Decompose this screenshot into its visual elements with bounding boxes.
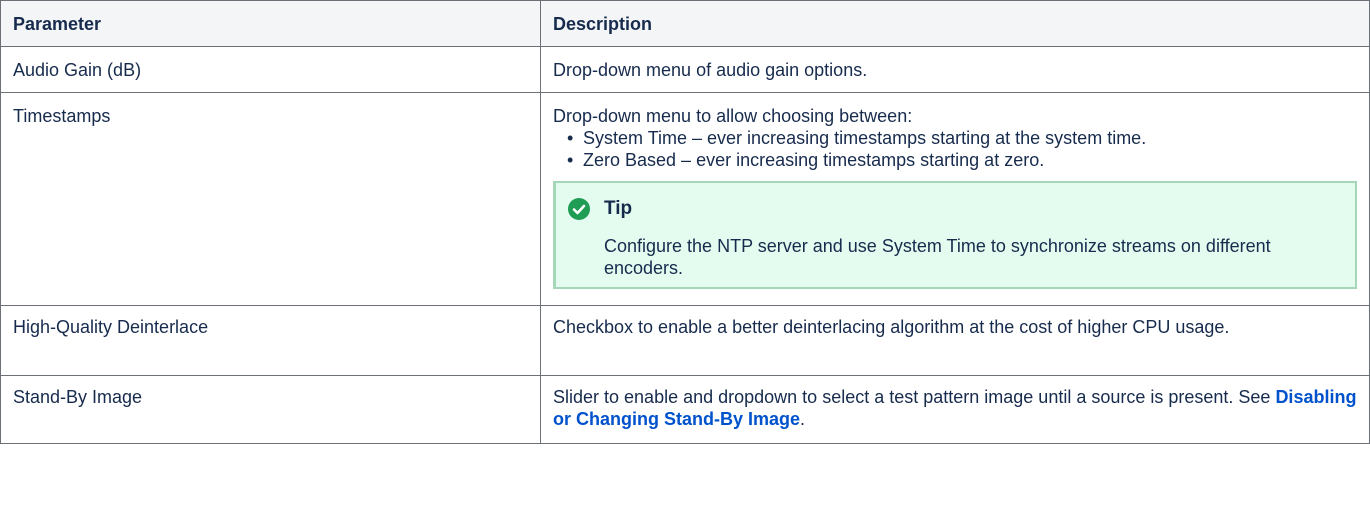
parameter-table-container: Parameter Description Audio Gain (dB) Dr… <box>0 0 1370 531</box>
standby-desc-suffix: . <box>800 409 806 429</box>
param-hq-deinterlace: High-Quality Deinterlace <box>0 305 541 376</box>
timestamps-options: System Time – ever increasing timestamps… <box>553 127 1357 171</box>
header-description: Description <box>540 0 1370 47</box>
param-audio-gain: Audio Gain (dB) <box>0 46 541 93</box>
table-row: Stand-By Image Slider to enable and drop… <box>0 375 1370 444</box>
table-row: High-Quality Deinterlace Checkbox to ena… <box>0 305 1370 376</box>
desc-timestamps: Drop-down menu to allow choosing between… <box>540 92 1370 306</box>
tip-header: Tip <box>568 197 1339 221</box>
param-standby-image: Stand-By Image <box>0 375 541 444</box>
timestamps-intro: Drop-down menu to allow choosing between… <box>553 106 913 126</box>
table-row: Audio Gain (dB) Drop-down menu of audio … <box>0 46 1370 93</box>
standby-desc-prefix: Slider to enable and dropdown to select … <box>553 387 1276 407</box>
tip-body: Configure the NTP server and use System … <box>604 236 1271 278</box>
check-circle-icon <box>568 198 590 220</box>
tip-title: Tip <box>604 198 633 219</box>
tip-callout: Tip Configure the NTP server and use Sys… <box>553 181 1357 289</box>
desc-standby-image: Slider to enable and dropdown to select … <box>540 375 1370 444</box>
list-item: Zero Based – ever increasing timestamps … <box>567 149 1357 171</box>
parameter-table: Parameter Description Audio Gain (dB) Dr… <box>0 0 1370 444</box>
table-row: Timestamps Drop-down menu to allow choos… <box>0 92 1370 306</box>
header-parameter: Parameter <box>0 0 541 47</box>
param-timestamps: Timestamps <box>0 92 541 306</box>
desc-hq-deinterlace: Checkbox to enable a better deinterlacin… <box>540 305 1370 376</box>
desc-audio-gain: Drop-down menu of audio gain options. <box>540 46 1370 93</box>
table-header-row: Parameter Description <box>0 0 1370 47</box>
list-item: System Time – ever increasing timestamps… <box>567 127 1357 149</box>
